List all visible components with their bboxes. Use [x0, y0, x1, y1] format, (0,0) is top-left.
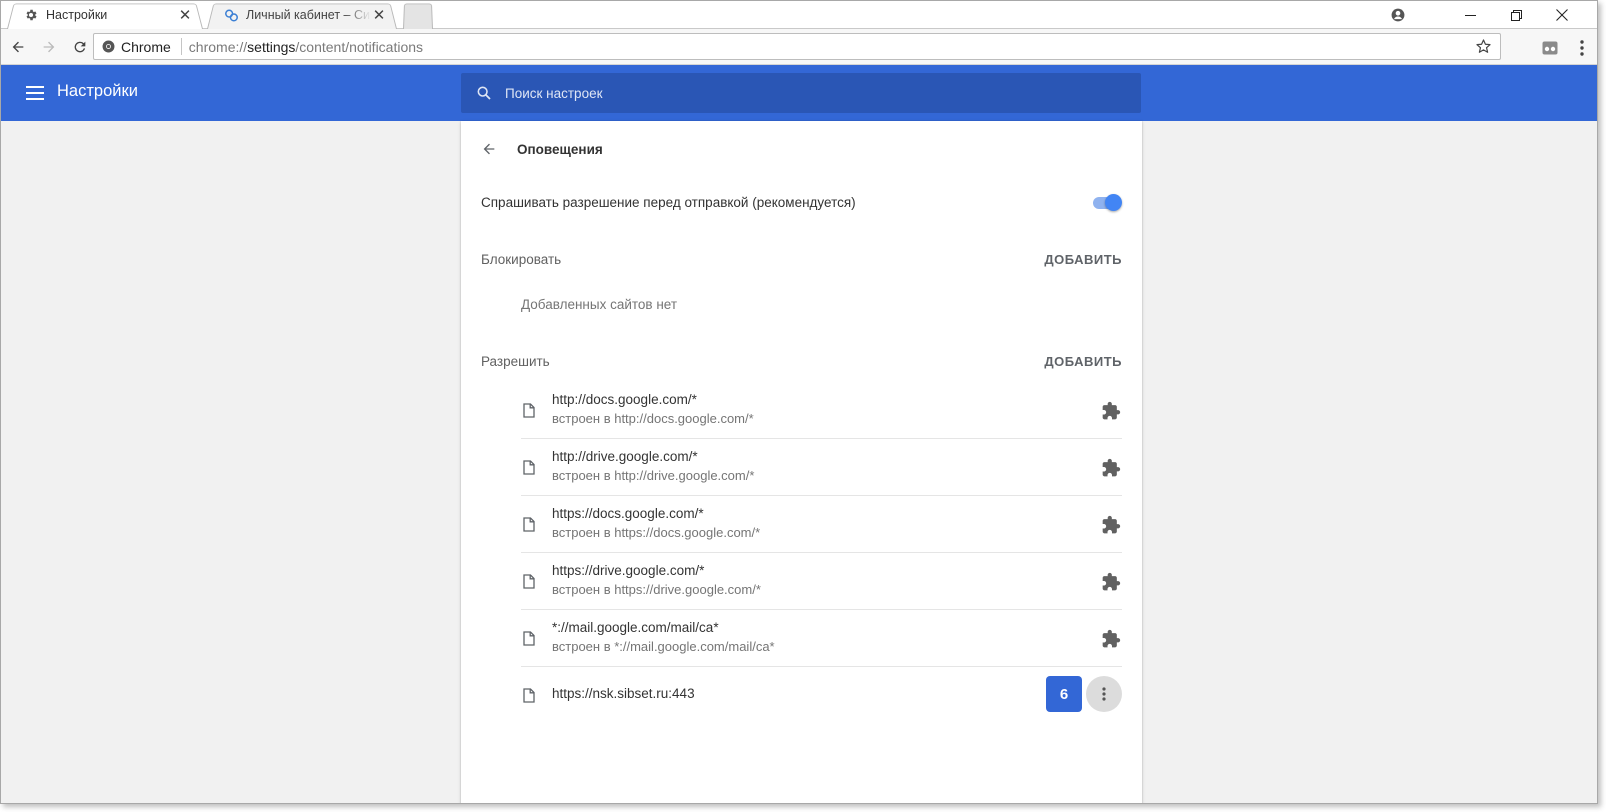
settings-header: Настройки — [1, 65, 1597, 121]
profile-icon[interactable] — [1375, 1, 1421, 29]
file-icon — [521, 401, 537, 419]
site-url: https://drive.google.com/* — [552, 563, 705, 578]
site-embedded-in: встроен в http://drive.google.com/* — [552, 468, 755, 483]
browser-menu-icon[interactable] — [1571, 37, 1593, 59]
block-section-label: Блокировать — [481, 252, 562, 267]
search-input[interactable] — [505, 85, 1105, 101]
allowed-site-list: http://docs.google.com/* встроен в http:… — [521, 382, 1122, 721]
new-tab-button[interactable] — [403, 1, 433, 30]
close-icon[interactable]: ✕ — [177, 7, 193, 23]
file-icon — [521, 515, 537, 533]
more-vert-icon[interactable] — [1086, 676, 1122, 712]
back-arrow-icon[interactable] — [477, 137, 501, 161]
site-embedded-in: встроен в https://drive.google.com/* — [552, 582, 761, 597]
ask-permission-label: Спрашивать разрешение перед отправкой (р… — [481, 195, 856, 210]
site-url: http://docs.google.com/* — [552, 392, 697, 407]
tab-personal-account[interactable]: Личный кабинет – Сибирские сети ✕ — [207, 1, 397, 30]
allow-add-button[interactable]: ДОБАВИТЬ — [1044, 354, 1122, 369]
address-bar[interactable]: Chrome chrome://settings/content/notific… — [93, 33, 1501, 60]
puzzle-piece-icon[interactable] — [1100, 400, 1122, 422]
puzzle-piece-icon[interactable] — [1100, 457, 1122, 479]
gear-icon — [23, 7, 39, 23]
tab-title: Настройки — [46, 8, 108, 22]
close-icon[interactable]: ✕ — [371, 7, 387, 23]
notifications-card: Оповещения Спрашивать разрешение перед о… — [461, 121, 1142, 803]
minimize-icon[interactable] — [1447, 1, 1493, 29]
site-embedded-in: встроен в *://mail.google.com/mail/ca* — [552, 639, 775, 654]
chip-label: Chrome — [121, 38, 171, 55]
file-icon — [521, 629, 537, 647]
url-text[interactable]: chrome://settings/content/notifications — [189, 39, 423, 55]
puzzle-piece-icon[interactable] — [1100, 514, 1122, 536]
site-row[interactable]: *://mail.google.com/mail/ca* встроен в *… — [521, 610, 1122, 667]
hamburger-menu-icon[interactable] — [23, 81, 47, 105]
back-icon[interactable] — [4, 33, 32, 61]
block-add-button[interactable]: ДОБАВИТЬ — [1044, 252, 1122, 267]
forward-icon[interactable] — [35, 33, 63, 61]
site-url: https://nsk.sibset.ru:443 — [552, 686, 695, 701]
site-embedded-in: встроен в http://docs.google.com/* — [552, 411, 754, 426]
puzzle-piece-icon[interactable] — [1100, 628, 1122, 650]
search-box[interactable] — [461, 73, 1141, 113]
site-row[interactable]: http://drive.google.com/* встроен в http… — [521, 439, 1122, 496]
browser-toolbar: Chrome chrome://settings/content/notific… — [1, 29, 1597, 65]
divider — [180, 38, 182, 55]
tab-strip: Настройки ✕ Личный кабинет – Сибирские с… — [1, 1, 1597, 30]
site-row[interactable]: https://docs.google.com/* встроен в http… — [521, 496, 1122, 553]
block-empty-text: Добавленных сайтов нет — [521, 297, 678, 312]
window-close-icon[interactable] — [1539, 1, 1585, 29]
sibset-icon — [223, 7, 239, 23]
page-title: Оповещения — [517, 142, 603, 157]
file-icon — [521, 458, 537, 476]
extension-icon[interactable] — [1539, 37, 1561, 59]
search-icon — [474, 83, 494, 103]
site-row[interactable]: https://drive.google.com/* встроен в htt… — [521, 553, 1122, 610]
site-url: *://mail.google.com/mail/ca* — [552, 620, 719, 635]
site-url: https://docs.google.com/* — [552, 506, 704, 521]
reload-icon[interactable] — [66, 33, 94, 61]
step-badge: 6 — [1046, 676, 1082, 712]
site-embedded-in: встроен в https://docs.google.com/* — [552, 525, 761, 540]
tab-settings[interactable]: Настройки ✕ — [7, 1, 203, 30]
header-title: Настройки — [57, 82, 138, 100]
ask-permission-toggle[interactable] — [1091, 194, 1123, 212]
site-url: http://drive.google.com/* — [552, 449, 698, 464]
chrome-icon — [100, 39, 116, 55]
file-icon — [521, 572, 537, 590]
bookmark-star-icon[interactable] — [1475, 38, 1492, 58]
site-row[interactable]: http://docs.google.com/* встроен в http:… — [521, 382, 1122, 439]
file-icon — [521, 686, 537, 704]
browser-window: Настройки ✕ Личный кабинет – Сибирские с… — [0, 0, 1598, 804]
allow-section-label: Разрешить — [481, 354, 550, 369]
site-row[interactable]: https://nsk.sibset.ru:443 6 — [521, 667, 1122, 721]
puzzle-piece-icon[interactable] — [1100, 571, 1122, 593]
tab-title: Личный кабинет – Сибирские сети — [246, 8, 371, 22]
restore-icon[interactable] — [1493, 1, 1539, 29]
